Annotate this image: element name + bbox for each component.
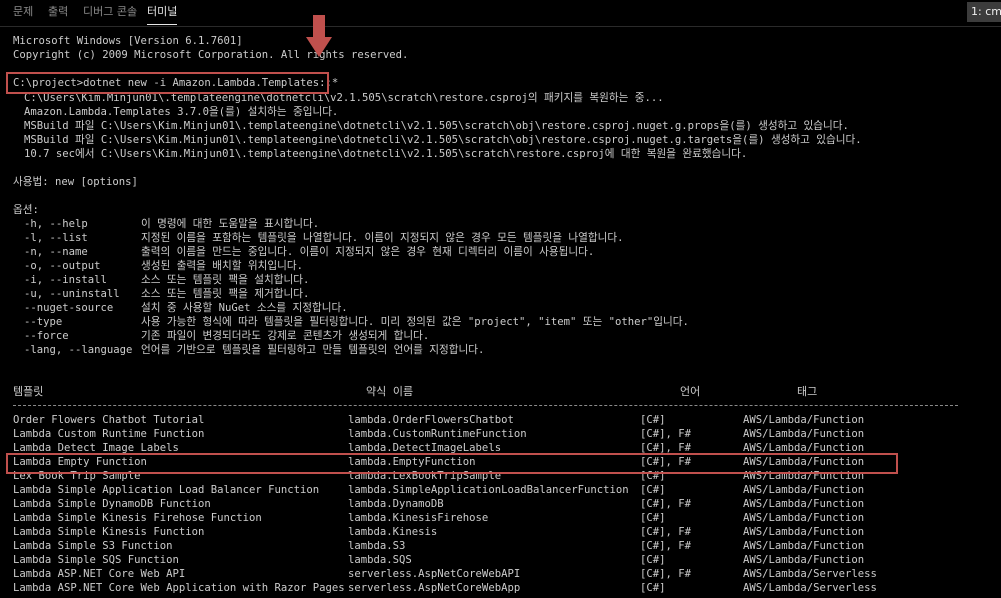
template-language: [C#], F# <box>640 540 692 552</box>
option-description: 소스 또는 템플릿 팩을 제거합니다. <box>141 288 310 300</box>
usage-line: 사용법: new [options] <box>13 176 138 188</box>
option-flag: -l, --list <box>24 232 88 244</box>
template-language: [C#], F# <box>640 526 692 538</box>
template-language: [C#], F# <box>640 428 692 440</box>
template-tags: AWS/Lambda/Function <box>743 526 865 538</box>
template-language: [C#], F# <box>640 568 692 580</box>
template-name: Lambda Simple Kinesis Function <box>13 526 205 538</box>
terminal-line: MSBuild 파일 C:\Users\Kim.Minjun01\.templa… <box>24 134 862 146</box>
option-flag: --force <box>24 330 69 342</box>
option-description: 지정된 이름을 포함하는 템플릿을 나열합니다. 이름이 지정되지 않은 경우 … <box>141 232 624 244</box>
down-arrow-icon <box>306 15 332 57</box>
template-short-name: lambda.EmptyFunction <box>348 456 476 468</box>
command-line: C:\project>dotnet new -i Amazon.Lambda.T… <box>13 77 339 89</box>
option-flag: -o, --output <box>24 260 101 272</box>
terminal-line: Amazon.Lambda.Templates 3.7.0을(를) 설치하는 중… <box>24 106 339 118</box>
tab-debug-console[interactable]: 디버그 콘솔 <box>83 0 137 24</box>
template-name: Lambda Simple SQS Function <box>13 554 179 566</box>
tab-terminal[interactable]: 터미널 <box>147 0 178 25</box>
column-header-language: 언어 <box>680 385 701 398</box>
option-flag: --type <box>24 316 63 328</box>
template-name: Lambda ASP.NET Core Web API <box>13 568 186 580</box>
template-tags: AWS/Lambda/Serverless <box>743 568 877 580</box>
template-language: [C#] <box>640 414 666 426</box>
option-flag: -u, --uninstall <box>24 288 120 300</box>
option-description: 이 명령에 대한 도움말을 표시합니다. <box>141 218 320 230</box>
option-description: 사용 가능한 형식에 따라 템플릿을 필터링합니다. 미리 정의된 값은 "pr… <box>141 316 689 328</box>
tab-problems[interactable]: 문제 <box>13 0 33 24</box>
template-tags: AWS/Lambda/Function <box>743 554 865 566</box>
column-header-template: 템플릿 <box>13 385 44 398</box>
template-tags: AWS/Lambda/Function <box>743 512 865 524</box>
template-short-name: lambda.KinesisFirehose <box>348 512 489 524</box>
option-flag: -n, --name <box>24 246 88 258</box>
option-description: 설치 중 사용할 NuGet 소스를 지정합니다. <box>141 302 348 314</box>
template-name: Lambda Simple S3 Function <box>13 540 173 552</box>
option-description: 생성된 출력을 배치할 위치입니다. <box>141 260 303 272</box>
template-language: [C#], F# <box>640 442 692 454</box>
template-short-name: serverless.AspNetCoreWebAPI <box>348 568 521 580</box>
template-short-name: lambda.CustomRuntimeFunction <box>348 428 527 440</box>
template-name: Lambda Simple Application Load Balancer … <box>13 484 320 496</box>
table-separator <box>13 405 958 406</box>
template-tags: AWS/Lambda/Function <box>743 414 865 426</box>
template-tags: AWS/Lambda/Serverless <box>743 582 877 594</box>
template-short-name: lambda.LexBookTripSample <box>348 470 502 482</box>
template-short-name: lambda.SimpleApplicationLoadBalancerFunc… <box>348 484 629 496</box>
template-tags: AWS/Lambda/Function <box>743 456 865 468</box>
terminal-line: 10.7 sec에서 C:\Users\Kim.Minjun01\.templa… <box>24 148 748 160</box>
template-short-name: lambda.DetectImageLabels <box>348 442 502 454</box>
panel-tab-bar: 문제 출력 디버그 콘솔 터미널 1: cm <box>0 0 1001 27</box>
terminal-line: Copyright (c) 2009 Microsoft Corporation… <box>13 49 409 61</box>
template-language: [C#] <box>640 512 666 524</box>
template-name: Lex Book Trip Sample <box>13 470 141 482</box>
template-language: [C#] <box>640 582 666 594</box>
option-description: 언어를 기반으로 템플릿을 필터링하고 만들 템플릿의 언어를 지정합니다. <box>141 344 485 356</box>
terminal-line: Microsoft Windows [Version 6.1.7601] <box>13 35 243 47</box>
template-language: [C#] <box>640 484 666 496</box>
template-short-name: lambda.OrderFlowersChatbot <box>348 414 514 426</box>
template-tags: AWS/Lambda/Function <box>743 470 865 482</box>
terminal-line: C:\Users\Kim.Minjun01\.templateengine\do… <box>24 92 664 104</box>
template-short-name: lambda.Kinesis <box>348 526 438 538</box>
template-tags: AWS/Lambda/Function <box>743 428 865 440</box>
template-language: [C#], F# <box>640 498 692 510</box>
template-short-name: lambda.DynamoDB <box>348 498 444 510</box>
template-short-name: lambda.SQS <box>348 554 412 566</box>
template-tags: AWS/Lambda/Function <box>743 484 865 496</box>
template-language: [C#] <box>640 470 666 482</box>
options-title: 옵션: <box>13 204 39 216</box>
template-tags: AWS/Lambda/Function <box>743 442 865 454</box>
template-short-name: lambda.S3 <box>348 540 406 552</box>
template-tags: AWS/Lambda/Function <box>743 498 865 510</box>
terminal-selector-dropdown[interactable]: 1: cm <box>967 2 1001 22</box>
template-name: Order Flowers Chatbot Tutorial <box>13 414 205 426</box>
template-language: [C#], F# <box>640 456 692 468</box>
option-description: 출력의 이름을 만드는 중입니다. 이름이 지정되지 않은 경우 현재 디렉터리… <box>141 246 595 258</box>
column-header-tags: 태그 <box>797 385 818 398</box>
option-description: 기존 파일이 변경되더라도 강제로 콘텐츠가 생성되게 합니다. <box>141 330 430 342</box>
terminal-line: MSBuild 파일 C:\Users\Kim.Minjun01\.templa… <box>24 120 849 132</box>
template-language: [C#] <box>640 554 666 566</box>
template-name: Lambda ASP.NET Core Web Application with… <box>13 582 345 594</box>
template-name: Lambda Empty Function <box>13 456 147 468</box>
template-name: Lambda Detect Image Labels <box>13 442 179 454</box>
template-name: Lambda Simple DynamoDB Function <box>13 498 211 510</box>
template-name: Lambda Custom Runtime Function <box>13 428 205 440</box>
option-flag: -lang, --language <box>24 344 133 356</box>
option-flag: -i, --install <box>24 274 107 286</box>
column-header-short-name: 약식 이름 <box>366 385 414 398</box>
option-flag: --nuget-source <box>24 302 114 314</box>
option-description: 소스 또는 템플릿 팩을 설치합니다. <box>141 274 310 286</box>
template-short-name: serverless.AspNetCoreWebApp <box>348 582 521 594</box>
option-flag: -h, --help <box>24 218 88 230</box>
template-name: Lambda Simple Kinesis Firehose Function <box>13 512 262 524</box>
template-tags: AWS/Lambda/Function <box>743 540 865 552</box>
tab-output[interactable]: 출력 <box>48 0 68 24</box>
terminal-output[interactable]: Microsoft Windows [Version 6.1.7601] Cop… <box>0 26 1001 598</box>
